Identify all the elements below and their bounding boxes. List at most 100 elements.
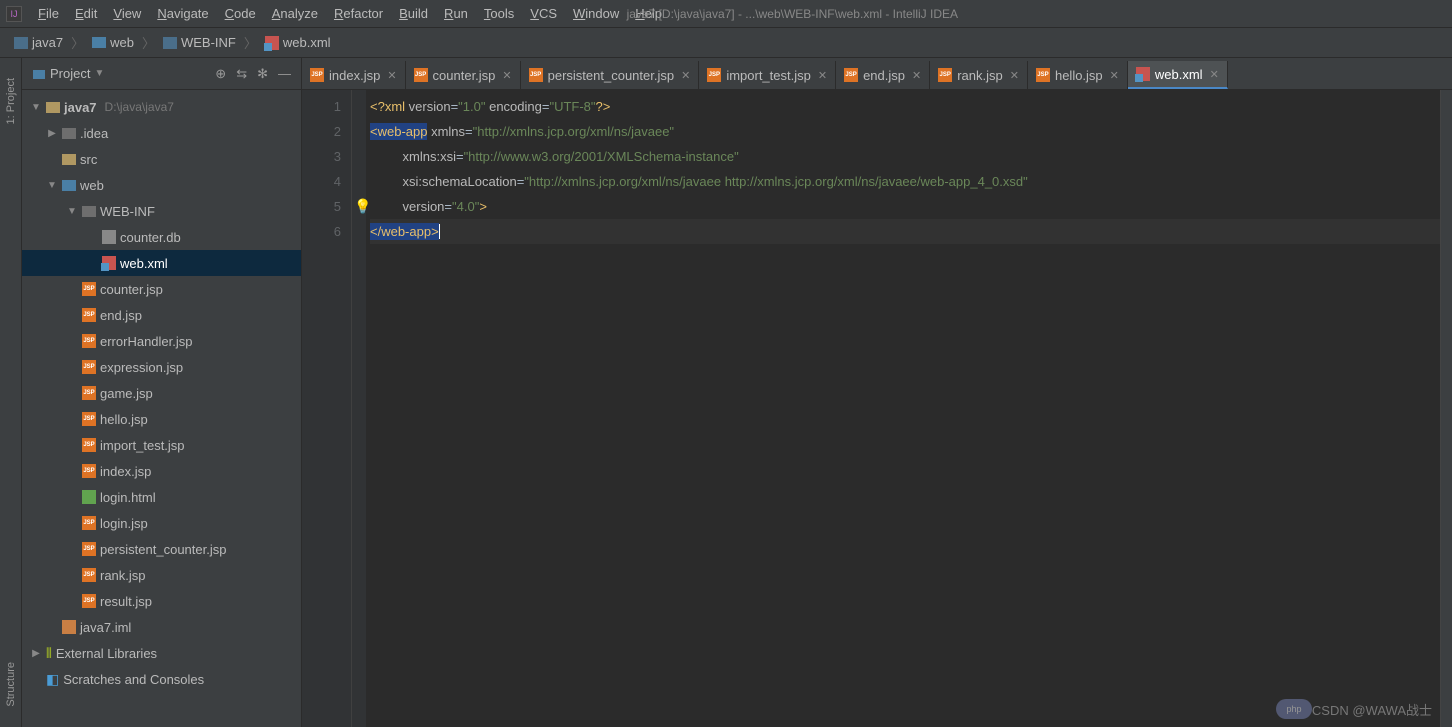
- breadcrumb-web[interactable]: web: [86, 33, 140, 52]
- code-editor[interactable]: 123 456 💡 <?xml version="1.0" encoding="…: [302, 90, 1452, 727]
- editor-tabs: index.jsp✕counter.jsp✕persistent_counter…: [302, 58, 1452, 90]
- close-tab-icon[interactable]: ✕: [681, 69, 690, 82]
- tree-item-counter.jsp[interactable]: counter.jsp: [22, 276, 301, 302]
- project-tree[interactable]: ▼ java7 D:\java\java7 ▶.ideasrc▼web▼WEB-…: [22, 90, 301, 727]
- window-title: java7 [D:\java\java7] - ...\web\WEB-INF\…: [627, 7, 958, 21]
- scratch-icon: ◧: [46, 671, 59, 688]
- app-logo: IJ: [6, 6, 22, 22]
- editor-tab-import_test.jsp[interactable]: import_test.jsp✕: [699, 61, 836, 89]
- chevron-down-icon: ▼: [94, 68, 104, 79]
- breadcrumb-java7[interactable]: java7: [8, 33, 69, 52]
- expand-arrow[interactable]: ▼: [30, 102, 42, 113]
- project-icon: [32, 67, 46, 81]
- tree-item-web.xml[interactable]: web.xml: [22, 250, 301, 276]
- close-tab-icon[interactable]: ✕: [502, 69, 511, 82]
- text-caret: [439, 224, 440, 239]
- tree-item-expression.jsp[interactable]: expression.jsp: [22, 354, 301, 380]
- project-header: Project ▼ ⊕ ⇆ ✻ —: [22, 58, 301, 90]
- tree-item-login.jsp[interactable]: login.jsp: [22, 510, 301, 536]
- close-tab-icon[interactable]: ✕: [818, 69, 827, 82]
- menu-view[interactable]: View: [105, 3, 149, 24]
- tree-item-hello.jsp[interactable]: hello.jsp: [22, 406, 301, 432]
- jsp-file-icon: [82, 334, 96, 348]
- code-content[interactable]: <?xml version="1.0" encoding="UTF-8"?> <…: [366, 90, 1440, 727]
- close-tab-icon[interactable]: ✕: [1010, 69, 1019, 82]
- editor-tab-end.jsp[interactable]: end.jsp✕: [836, 61, 930, 89]
- expand-arrow[interactable]: ▶: [30, 648, 42, 659]
- tree-item-.idea[interactable]: ▶.idea: [22, 120, 301, 146]
- navigation-bar: java7〉web〉WEB-INF〉web.xml: [0, 28, 1452, 58]
- collapse-icon[interactable]: ⇆: [236, 66, 247, 82]
- tree-item-import_test.jsp[interactable]: import_test.jsp: [22, 432, 301, 458]
- close-tab-icon[interactable]: ✕: [1210, 68, 1219, 81]
- expand-arrow[interactable]: ▼: [66, 206, 78, 217]
- close-tab-icon[interactable]: ✕: [912, 69, 921, 82]
- tree-item-web[interactable]: ▼web: [22, 172, 301, 198]
- menu-edit[interactable]: Edit: [67, 3, 105, 24]
- breadcrumb-web.xml[interactable]: web.xml: [259, 33, 337, 52]
- error-stripe[interactable]: [1440, 90, 1452, 727]
- tree-item-WEB-INF[interactable]: ▼WEB-INF: [22, 198, 301, 224]
- jsp-file-icon: [82, 282, 96, 296]
- tree-item-external-libraries[interactable]: ▶⫴External Libraries: [22, 640, 301, 666]
- php-watermark-badge: php: [1276, 699, 1312, 719]
- jsp-file-icon: [82, 516, 96, 530]
- tree-item-java7.iml[interactable]: java7.iml: [22, 614, 301, 640]
- menu-window[interactable]: Window: [565, 3, 627, 24]
- jsp-file-icon: [310, 68, 324, 82]
- tree-item-persistent_counter.jsp[interactable]: persistent_counter.jsp: [22, 536, 301, 562]
- close-tab-icon[interactable]: ✕: [1110, 69, 1119, 82]
- breadcrumb-separator: 〉: [142, 33, 155, 52]
- menu-run[interactable]: Run: [436, 3, 476, 24]
- project-view-selector[interactable]: Project ▼: [32, 66, 104, 81]
- tree-item-src[interactable]: src: [22, 146, 301, 172]
- xml-file-icon: [1136, 67, 1150, 81]
- hide-icon[interactable]: —: [278, 66, 291, 82]
- menu-code[interactable]: Code: [217, 3, 264, 24]
- breadcrumb-WEB-INF[interactable]: WEB-INF: [157, 33, 242, 52]
- locate-icon[interactable]: ⊕: [215, 66, 226, 82]
- tool-tab-project[interactable]: 1: Project: [5, 78, 17, 124]
- menu-navigate[interactable]: Navigate: [149, 3, 216, 24]
- menu-vcs[interactable]: VCS: [522, 3, 565, 24]
- folder-icon: [62, 128, 76, 139]
- editor-tab-persistent_counter.jsp[interactable]: persistent_counter.jsp✕: [521, 61, 700, 89]
- jsp-file-icon: [414, 68, 428, 82]
- editor-area: index.jsp✕counter.jsp✕persistent_counter…: [302, 58, 1452, 727]
- tree-item-scratches-and-consoles[interactable]: ◧Scratches and Consoles: [22, 666, 301, 692]
- menu-tools[interactable]: Tools: [476, 3, 522, 24]
- tool-window-bar-left: 1: Project Structure: [0, 58, 22, 727]
- tree-item-rank.jsp[interactable]: rank.jsp: [22, 562, 301, 588]
- close-tab-icon[interactable]: ✕: [387, 69, 396, 82]
- menu-build[interactable]: Build: [391, 3, 436, 24]
- folder-icon: [163, 37, 177, 49]
- tree-item-game.jsp[interactable]: game.jsp: [22, 380, 301, 406]
- tree-item-result.jsp[interactable]: result.jsp: [22, 588, 301, 614]
- tree-item-counter.db[interactable]: counter.db: [22, 224, 301, 250]
- menu-refactor[interactable]: Refactor: [326, 3, 391, 24]
- gear-icon[interactable]: ✻: [257, 66, 268, 82]
- editor-tab-counter.jsp[interactable]: counter.jsp✕: [406, 61, 521, 89]
- menu-bar: IJ FileEditViewNavigateCodeAnalyzeRefact…: [0, 0, 1452, 28]
- tree-item-end.jsp[interactable]: end.jsp: [22, 302, 301, 328]
- editor-tab-web.xml[interactable]: web.xml✕: [1128, 61, 1228, 89]
- iml-file-icon: [62, 620, 76, 634]
- jsp-file-icon: [844, 68, 858, 82]
- jsp-file-icon: [82, 308, 96, 322]
- jsp-file-icon: [82, 542, 96, 556]
- expand-arrow[interactable]: ▼: [46, 180, 58, 191]
- menu-file[interactable]: File: [30, 3, 67, 24]
- tree-item-login.html[interactable]: login.html: [22, 484, 301, 510]
- tool-tab-structure[interactable]: Structure: [5, 662, 17, 707]
- tree-item-index.jsp[interactable]: index.jsp: [22, 458, 301, 484]
- editor-tab-rank.jsp[interactable]: rank.jsp✕: [930, 61, 1028, 89]
- expand-arrow[interactable]: ▶: [46, 128, 58, 139]
- folder-icon: [62, 154, 76, 165]
- jsp-file-icon: [82, 360, 96, 374]
- editor-tab-index.jsp[interactable]: index.jsp✕: [302, 61, 406, 89]
- editor-tab-hello.jsp[interactable]: hello.jsp✕: [1028, 61, 1128, 89]
- jsp-file-icon: [707, 68, 721, 82]
- tree-root[interactable]: ▼ java7 D:\java\java7: [22, 94, 301, 120]
- tree-item-errorHandler.jsp[interactable]: errorHandler.jsp: [22, 328, 301, 354]
- menu-analyze[interactable]: Analyze: [264, 3, 326, 24]
